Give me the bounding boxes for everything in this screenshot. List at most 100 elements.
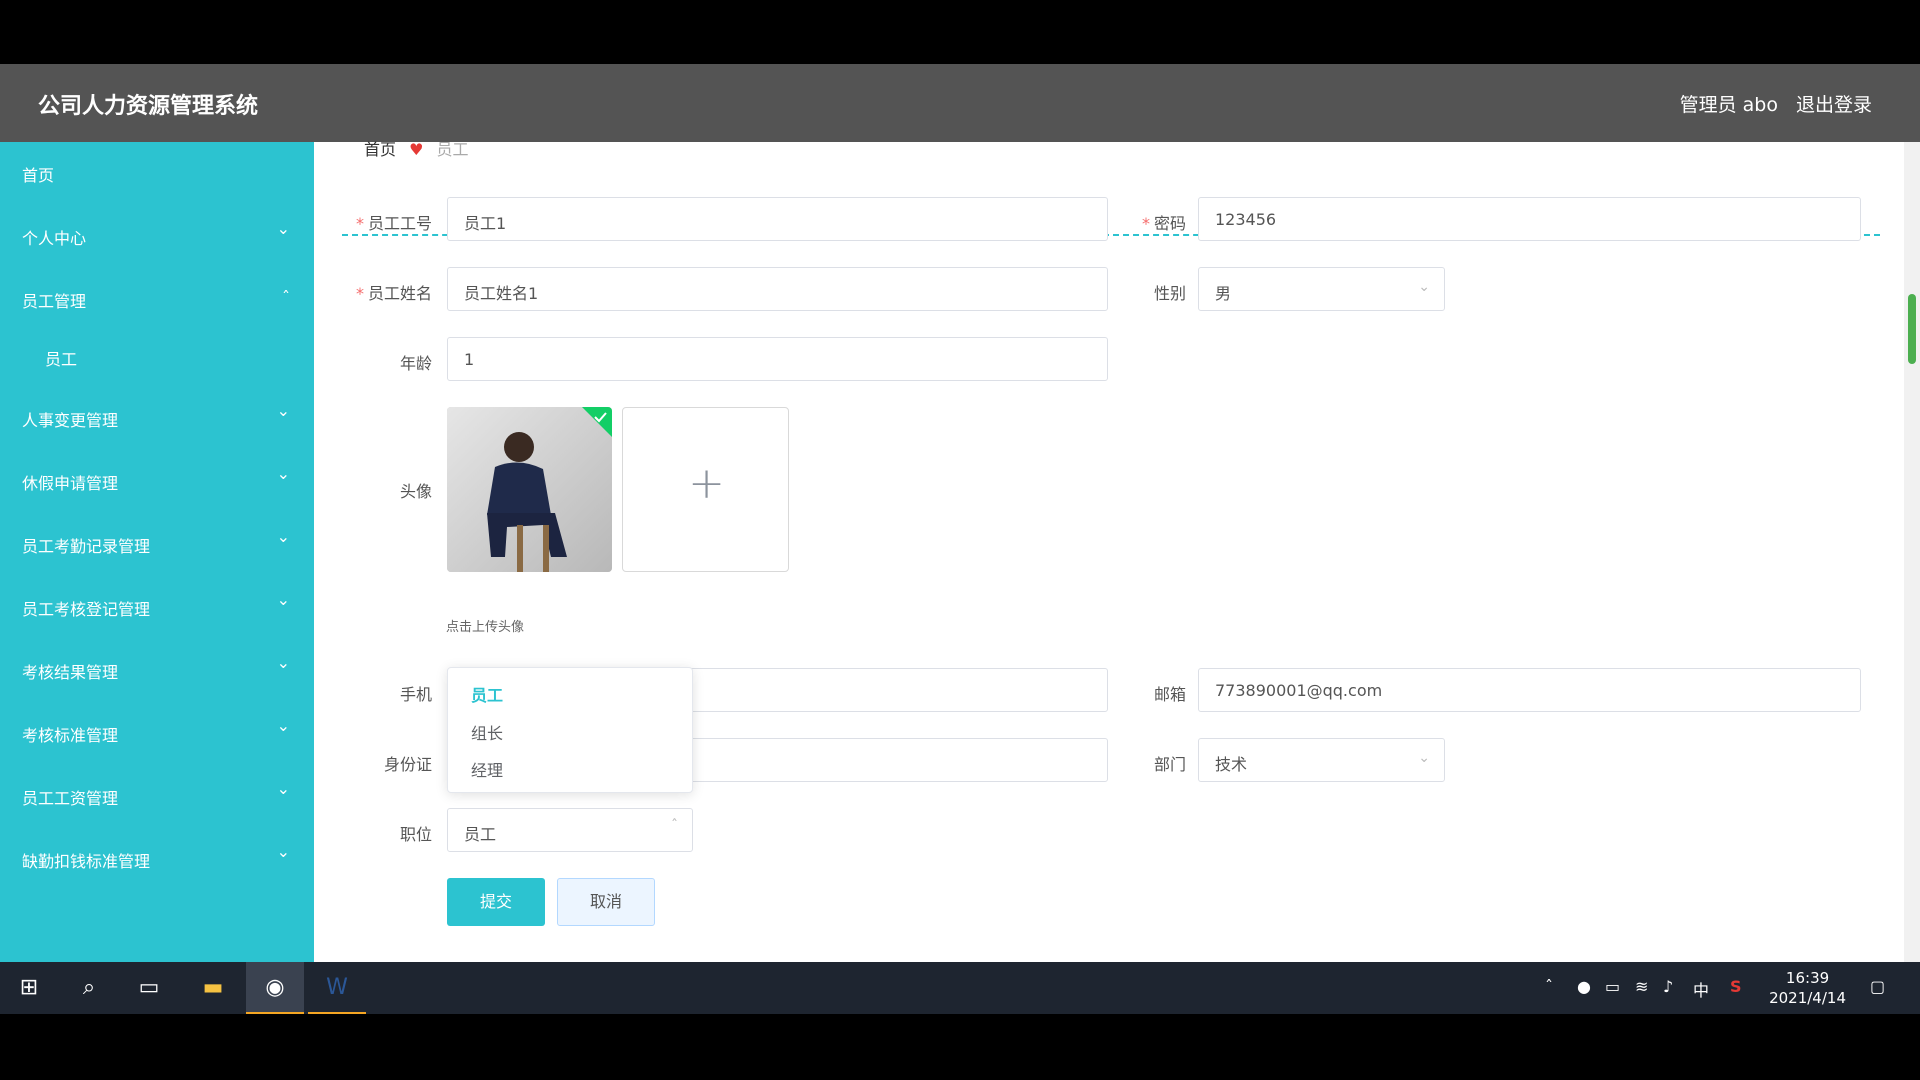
clock[interactable]: 16:39 2021/4/14 [1769, 968, 1846, 1008]
position-select-value: 员工 [464, 825, 497, 844]
chrome-icon[interactable]: ◉ [246, 962, 304, 1014]
chevron-down-icon: ⌄ [276, 842, 290, 861]
position-label: 职位 [399, 825, 432, 844]
position-option-employee[interactable]: 员工 [471, 682, 503, 706]
avatar-photo [447, 407, 612, 572]
employee-name-label: * 员工姓名 [355, 284, 432, 303]
wifi-icon[interactable]: ≋ [1635, 977, 1648, 996]
department-label: 部门 [1153, 755, 1186, 774]
sidebar-item-label: 员工考核登记管理 [22, 600, 151, 619]
sidebar-item-label: 员工考勤记录管理 [22, 537, 151, 556]
top-bar: 公司人力资源管理系统 管理员 abo 退出登录 [0, 64, 1920, 142]
chevron-down-icon: ⌄ [276, 219, 290, 238]
email-input[interactable]: 773890001@qq.com [1198, 668, 1861, 712]
tray-expand-icon[interactable]: ˆ [1545, 977, 1553, 996]
employee-no-input[interactable]: 员工1 [447, 197, 1108, 241]
cancel-button[interactable]: 取消 [557, 878, 655, 926]
breadcrumb-home[interactable]: 首页 [364, 140, 396, 159]
notification-icon[interactable]: ▢ [1870, 977, 1885, 996]
gender-select[interactable]: 男 ⌄ [1198, 267, 1445, 311]
password-input[interactable]: 123456 [1198, 197, 1861, 241]
age-input[interactable]: 1 [447, 337, 1108, 381]
clock-date: 2021/4/14 [1769, 989, 1846, 1007]
chevron-up-icon: ˆ [282, 288, 290, 307]
sidebar-item-absence-deduction[interactable]: 缺勤扣钱标准管理 ⌄ [0, 828, 314, 888]
gender-select-value: 男 [1215, 284, 1232, 303]
clock-time: 16:39 [1785, 969, 1830, 987]
employee-name-input[interactable]: 员工姓名1 [447, 267, 1108, 311]
sidebar-item-label: 员工 [45, 350, 78, 369]
volume-icon[interactable]: ♪ [1663, 977, 1673, 996]
file-explorer-icon[interactable]: ▬ [184, 962, 242, 1014]
department-select-value: 技术 [1215, 755, 1248, 774]
position-select[interactable]: 员工 ˆ [447, 808, 693, 852]
page-scrollbar[interactable] [1904, 142, 1920, 962]
sidebar-item-label: 员工管理 [22, 292, 87, 311]
email-label: 邮箱 [1153, 685, 1186, 704]
browser-viewport: 公司人力资源管理系统 管理员 abo 退出登录 首页 个人中心 ⌄ 员工管理 ˆ… [0, 64, 1920, 962]
chevron-down-icon: ⌄ [1418, 750, 1430, 766]
avatar-image[interactable] [447, 407, 612, 572]
department-select[interactable]: 技术 ⌄ [1198, 738, 1445, 782]
breadcrumb: 首页 ♥ 员工 [364, 136, 469, 160]
avatar-upload-box[interactable]: + [622, 407, 789, 572]
battery-icon[interactable]: ▭ [1605, 977, 1620, 996]
scrollbar-thumb[interactable] [1908, 294, 1916, 364]
position-dropdown: 员工 组长 经理 [447, 667, 693, 793]
app-title: 公司人力资源管理系统 [38, 94, 259, 119]
chevron-down-icon: ⌄ [276, 716, 290, 735]
chevron-down-icon: ⌄ [276, 401, 290, 420]
word-icon[interactable]: W [308, 962, 366, 1014]
phone-label: 手机 [399, 685, 432, 704]
avatar-label: 头像 [399, 482, 432, 501]
screen: 公司人力资源管理系统 管理员 abo 退出登录 首页 个人中心 ⌄ 员工管理 ˆ… [0, 0, 1920, 1080]
chevron-down-icon: ⌄ [276, 464, 290, 483]
submit-button[interactable]: 提交 [447, 878, 545, 926]
sogou-ime-icon[interactable]: S [1730, 977, 1742, 996]
sidebar-item-label: 首页 [22, 166, 55, 185]
sidebar-item-label: 个人中心 [22, 229, 87, 248]
logout-link[interactable]: 退出登录 [1796, 90, 1872, 117]
search-icon[interactable]: ⌕ [60, 962, 118, 1014]
tray-app-icon[interactable]: ● [1577, 977, 1591, 996]
chevron-down-icon: ⌄ [276, 779, 290, 798]
admin-user-label: 管理员 abo [1679, 94, 1778, 116]
id-card-label: 身份证 [383, 755, 432, 774]
sidebar-item-assessment-standard[interactable]: 考核标准管理 ⌄ [0, 702, 314, 762]
sidebar-item-personnel-change[interactable]: 人事变更管理 ⌄ [0, 387, 314, 447]
sidebar-item-attendance-record[interactable]: 员工考勤记录管理 ⌄ [0, 513, 314, 573]
sidebar-item-label: 人事变更管理 [22, 411, 119, 430]
sidebar-item-label: 休假申请管理 [22, 474, 119, 493]
avatar-upload-hint: 点击上传头像 [446, 620, 525, 635]
position-option-leader[interactable]: 组长 [471, 720, 503, 744]
chevron-up-icon: ˆ [671, 818, 678, 834]
sidebar-item-label: 员工工资管理 [22, 789, 119, 808]
breadcrumb-current: 员工 [436, 140, 469, 159]
employee-no-label: * 员工工号 [355, 214, 432, 233]
heart-icon: ♥ [409, 140, 424, 159]
sidebar-item-salary[interactable]: 员工工资管理 ⌄ [0, 765, 314, 825]
sidebar-item-label: 考核结果管理 [22, 663, 119, 682]
taskbar: ⊞ ⌕ ▭ ▬ ◉ W ˆ ● ▭ ≋ ♪ 中 S 16:39 2021/4/1… [0, 962, 1920, 1014]
sidebar-item-employee[interactable]: 员工 [0, 326, 314, 386]
sidebar-item-assessment-registration[interactable]: 员工考核登记管理 ⌄ [0, 576, 314, 636]
position-option-manager[interactable]: 经理 [471, 757, 503, 781]
sidebar-item-label: 考核标准管理 [22, 726, 119, 745]
password-label: * 密码 [1141, 214, 1186, 233]
chevron-down-icon: ⌄ [276, 527, 290, 546]
age-label: 年龄 [399, 354, 432, 373]
sidebar-item-label: 缺勤扣钱标准管理 [22, 852, 151, 871]
sidebar-item-home[interactable]: 首页 [0, 142, 314, 202]
chevron-down-icon: ⌄ [276, 590, 290, 609]
sidebar-item-employee-management[interactable]: 员工管理 ˆ [0, 268, 314, 328]
chevron-down-icon: ⌄ [276, 653, 290, 672]
ime-indicator[interactable]: 中 [1693, 977, 1709, 1001]
gender-label: 性别 [1153, 284, 1186, 303]
sidebar-item-leave-application[interactable]: 休假申请管理 ⌄ [0, 450, 314, 510]
sidebar-item-assessment-result[interactable]: 考核结果管理 ⌄ [0, 639, 314, 699]
task-view-icon[interactable]: ▭ [120, 962, 178, 1014]
windows-start-icon[interactable]: ⊞ [0, 962, 58, 1014]
chevron-down-icon: ⌄ [1418, 279, 1430, 295]
sidebar-item-personal-center[interactable]: 个人中心 ⌄ [0, 205, 314, 265]
plus-icon: + [688, 458, 725, 509]
